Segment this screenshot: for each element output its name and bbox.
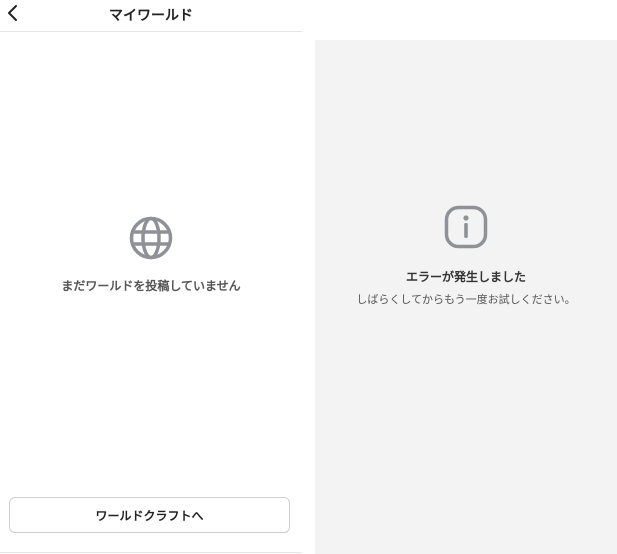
info-icon xyxy=(444,205,488,249)
empty-state: まだワールドを投稿していません xyxy=(0,215,302,294)
error-screen: エラーが発生しました しばらくしてからもう一度お試しください。 xyxy=(315,40,617,554)
error-description: しばらくしてからもう一度お試しください。 xyxy=(356,293,576,306)
page-title: マイワールド xyxy=(109,8,193,24)
divider xyxy=(0,552,302,553)
globe-icon xyxy=(129,216,173,260)
world-craft-button[interactable]: ワールドクラフトへ xyxy=(9,497,290,533)
error-state: エラーが発生しました しばらくしてからもう一度お試しください。 xyxy=(315,205,617,307)
error-title: エラーが発生しました xyxy=(405,270,526,284)
header-bar: マイワールド xyxy=(0,0,302,32)
my-world-screen: マイワールド まだワールドを投稿していません ワールドクラフトへ xyxy=(0,0,302,554)
empty-message: まだワールドを投稿していません xyxy=(61,279,241,293)
